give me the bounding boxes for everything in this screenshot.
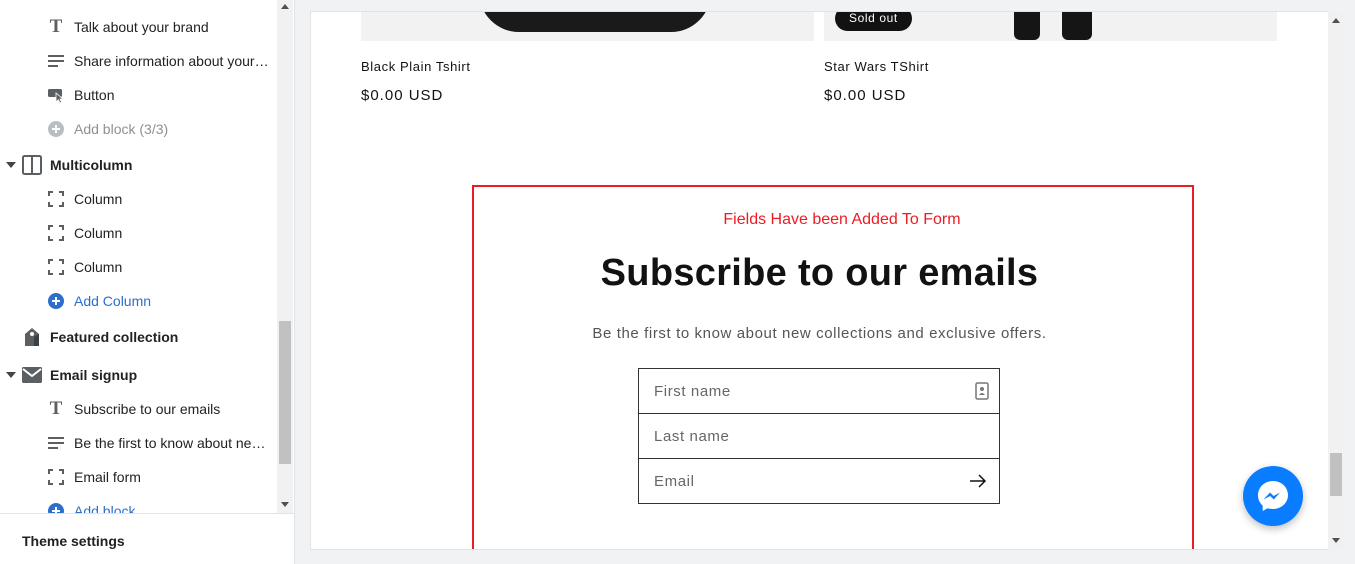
section-label: Featured collection <box>50 329 179 345</box>
scroll-up-arrow-icon[interactable] <box>1332 18 1340 23</box>
boot-photo <box>1014 12 1040 40</box>
section-email-signup[interactable]: Email signup <box>0 358 277 392</box>
column-block-icon <box>47 190 65 208</box>
block-subtext[interactable]: Be the first to know about new collectio… <box>0 426 277 460</box>
scroll-up-arrow-icon[interactable] <box>281 4 289 9</box>
annotation-note: Fields Have been Added To Form <box>723 211 961 228</box>
email-input[interactable] <box>639 459 999 503</box>
button-icon <box>47 86 65 104</box>
block-column[interactable]: Column <box>0 182 277 216</box>
column-block-icon <box>47 258 65 276</box>
theme-settings-button[interactable]: Theme settings <box>0 513 294 564</box>
add-block-label: Add block (3/3) <box>74 121 169 137</box>
theme-settings-label: Theme settings <box>22 533 125 549</box>
block-label: Button <box>74 87 115 103</box>
last-name-field[interactable] <box>638 413 1000 459</box>
scroll-down-arrow-icon[interactable] <box>1332 538 1340 543</box>
paragraph-icon <box>47 434 65 452</box>
block-label: Column <box>74 225 123 241</box>
scroll-down-arrow-icon[interactable] <box>281 502 289 507</box>
collection-tag-icon <box>22 327 42 347</box>
add-column-label: Add Column <box>74 293 152 309</box>
column-block-icon <box>47 468 65 486</box>
add-block-button[interactable]: Add block <box>0 494 277 513</box>
block-email-form[interactable]: Email form <box>0 460 277 494</box>
add-block-label: Add block <box>74 503 136 513</box>
block-label: Be the first to know about new collectio… <box>74 435 270 451</box>
add-block-disabled: Add block (3/3) <box>0 112 277 146</box>
signup-subtext: Be the first to know about new collectio… <box>592 325 1047 342</box>
block-label: Share information about your brand with … <box>74 53 270 69</box>
scrollbar-thumb[interactable] <box>279 321 291 464</box>
chevron-down-icon[interactable] <box>6 162 16 168</box>
block-button[interactable]: Button <box>0 78 277 112</box>
paragraph-icon <box>47 52 65 70</box>
multicolumn-icon <box>22 155 42 175</box>
preview-scrollbar[interactable] <box>1328 12 1344 549</box>
column-block-icon <box>47 224 65 242</box>
section-label: Multicolumn <box>50 157 133 173</box>
messenger-chat-button[interactable] <box>1243 466 1303 526</box>
storefront-preview: Sold out Black Plain Tshirt $0.00 USD St… <box>311 12 1328 549</box>
plus-circle-icon <box>47 502 65 513</box>
block-column[interactable]: Column <box>0 250 277 284</box>
product-price: $0.00 USD <box>824 87 907 104</box>
add-column-button[interactable]: Add Column <box>0 284 277 318</box>
email-field[interactable] <box>638 458 1000 504</box>
product-price: $0.00 USD <box>361 87 444 104</box>
section-multicolumn[interactable]: Multicolumn <box>0 148 277 182</box>
block-label: Email form <box>74 469 141 485</box>
theme-editor: T Talk about your brand Share informatio… <box>0 0 1355 564</box>
sidebar-scrollbar[interactable] <box>277 0 293 513</box>
section-label: Email signup <box>50 367 138 383</box>
last-name-input[interactable] <box>639 414 999 458</box>
block-share-information[interactable]: Share information about your brand with … <box>0 44 277 78</box>
sections-tree: T Talk about your brand Share informatio… <box>0 0 277 513</box>
product-title-link[interactable]: Black Plain Tshirt <box>361 59 471 74</box>
block-subscribe-heading[interactable]: T Subscribe to our emails <box>0 392 277 426</box>
block-label: Column <box>74 191 123 207</box>
text-icon: T <box>49 398 63 419</box>
block-label: Column <box>74 259 123 275</box>
plus-circle-icon <box>47 292 65 310</box>
scrollbar-thumb[interactable] <box>1330 453 1342 496</box>
block-label: Subscribe to our emails <box>74 401 221 417</box>
contact-card-icon <box>975 382 989 400</box>
product-image-black-tshirt[interactable] <box>361 12 814 41</box>
tshirt-photo <box>479 12 711 32</box>
sections-sidebar: T Talk about your brand Share informatio… <box>0 0 295 564</box>
first-name-input[interactable] <box>639 369 999 413</box>
boot-photo <box>1062 12 1092 40</box>
product-title-link[interactable]: Star Wars TShirt <box>824 59 929 74</box>
first-name-field[interactable] <box>638 368 1000 414</box>
messenger-icon <box>1258 481 1288 511</box>
submit-arrow-icon[interactable] <box>969 473 987 489</box>
sold-out-badge: Sold out <box>835 12 912 31</box>
plus-circle-icon <box>47 120 65 138</box>
text-icon: T <box>49 16 63 37</box>
signup-heading: Subscribe to our emails <box>600 252 1039 294</box>
envelope-icon <box>22 365 42 385</box>
chevron-down-icon[interactable] <box>6 372 16 378</box>
block-column[interactable]: Column <box>0 216 277 250</box>
block-label: Talk about your brand <box>74 19 209 35</box>
section-featured-collection[interactable]: Featured collection <box>0 320 277 354</box>
block-talk-about-brand[interactable]: T Talk about your brand <box>0 10 277 44</box>
